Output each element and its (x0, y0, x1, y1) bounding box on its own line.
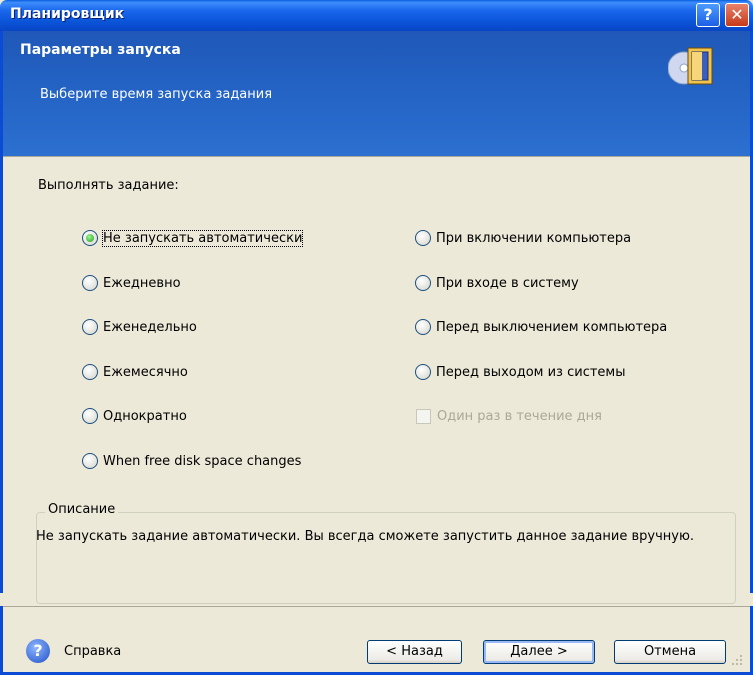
next-button[interactable]: Далее > (483, 640, 595, 664)
radio-label: Не запускать автоматически (101, 229, 304, 247)
divider (3, 156, 750, 157)
radio-button[interactable] (82, 453, 98, 469)
cancel-button[interactable]: Отмена (614, 640, 726, 664)
radio-on-logon[interactable]: При входе в систему (415, 273, 579, 293)
window-title: Планировщик (10, 6, 125, 22)
radio-button[interactable] (415, 230, 431, 246)
description-legend: Описание (45, 502, 119, 517)
radio-disk-space[interactable]: When free disk space changes (82, 451, 301, 471)
run-label: Выполнять задание: (38, 178, 179, 193)
radio-button[interactable] (82, 275, 98, 291)
radio-label: Еженедельно (103, 319, 197, 335)
header-subtitle: Выберите время запуска задания (40, 87, 273, 102)
description-text: Не запускать задание автоматически. Вы в… (36, 529, 695, 544)
radio-label: При включении компьютера (436, 230, 632, 246)
wizard-icon (668, 47, 713, 85)
divider (3, 606, 750, 607)
header-title: Параметры запуска (20, 42, 181, 58)
radio-weekly[interactable]: Еженедельно (82, 317, 197, 337)
radio-button[interactable] (82, 319, 98, 335)
radio-label: При входе в систему (436, 275, 579, 291)
radio-daily[interactable]: Ежедневно (82, 273, 181, 293)
radio-button[interactable] (415, 364, 431, 380)
close-icon[interactable]: ✕ (725, 3, 749, 27)
radio-label: When free disk space changes (103, 453, 302, 469)
radio-monthly[interactable]: Ежемесячно (82, 362, 188, 382)
radio-once[interactable]: Однократно (82, 406, 187, 426)
once-per-day-checkbox[interactable]: Один раз в течение дня (416, 406, 602, 426)
radio-before-logoff[interactable]: Перед выходом из системы (415, 362, 625, 382)
radio-button[interactable] (415, 319, 431, 335)
radio-button[interactable] (82, 230, 98, 246)
radio-label: Перед выключением компьютера (436, 319, 668, 335)
radio-label: Перед выходом из системы (436, 364, 626, 380)
help-link[interactable]: Справка (64, 644, 121, 659)
description-group (36, 512, 736, 604)
back-button[interactable]: < Назад (367, 640, 462, 664)
radio-button[interactable] (82, 364, 98, 380)
radio-label: Однократно (103, 408, 187, 424)
radio-button[interactable] (415, 275, 431, 291)
radio-button[interactable] (82, 408, 98, 424)
radio-no-auto[interactable]: Не запускать автоматически (82, 228, 304, 248)
radio-label: Ежемесячно (103, 364, 188, 380)
checkbox-box[interactable] (416, 408, 431, 424)
radio-label: Ежедневно (103, 275, 181, 291)
resize-grip-icon[interactable] (730, 653, 744, 667)
title-bar[interactable]: Планировщик ? ✕ (0, 0, 753, 31)
radio-before-shutdown[interactable]: Перед выключением компьютера (415, 317, 667, 337)
help-icon[interactable]: ? (696, 3, 720, 27)
radio-on-startup[interactable]: При включении компьютера (415, 228, 631, 248)
checkbox-label: Один раз в течение дня (437, 408, 602, 424)
help-circle-icon[interactable]: ? (26, 639, 50, 663)
scheduler-window: Планировщик ? ✕ Параметры запуска Выбери… (0, 0, 753, 675)
